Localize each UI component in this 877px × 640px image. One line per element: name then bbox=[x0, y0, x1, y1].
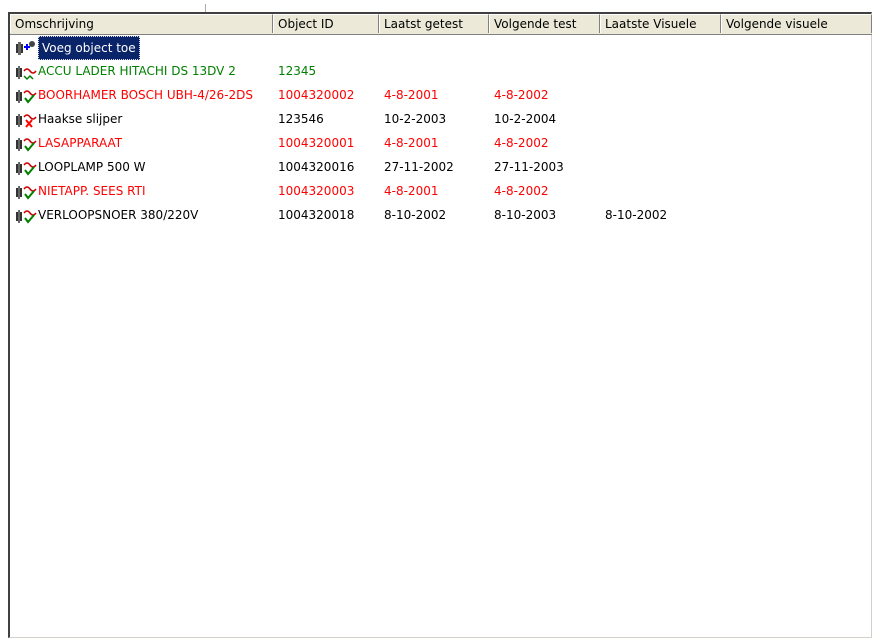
last-tested-cell: 8-10-2002 bbox=[384, 208, 447, 222]
object-id-cell: 1004320002 bbox=[278, 88, 355, 102]
last-tested-cell: 4-8-2001 bbox=[384, 136, 439, 150]
next-test-cell: 4-8-2002 bbox=[494, 184, 549, 198]
list-item-add-object[interactable]: Voeg object toe bbox=[10, 36, 872, 60]
table-row[interactable]: Haakse slijper 123546 10-2-2003 10-2-200… bbox=[10, 108, 872, 130]
object-id-cell: 1004320003 bbox=[278, 184, 355, 198]
last-tested-cell: 4-8-2001 bbox=[384, 184, 439, 198]
plug-approved-icon bbox=[16, 186, 37, 200]
object-id-cell: 12345 bbox=[278, 64, 317, 78]
plug-pending-icon bbox=[16, 66, 37, 81]
object-list-view[interactable]: Omschrijving Object ID Laatst getest Vol… bbox=[8, 12, 872, 638]
column-header-object-id[interactable]: Object ID bbox=[273, 14, 379, 33]
list-header: Omschrijving Object ID Laatst getest Vol… bbox=[10, 14, 872, 35]
table-row[interactable]: ACCU LADER HITACHI DS 13DV 2 12345 bbox=[10, 60, 872, 82]
next-test-cell: 27-11-2003 bbox=[494, 160, 564, 174]
column-header-laatst-getest[interactable]: Laatst getest bbox=[379, 14, 489, 33]
object-id-cell: 1004320001 bbox=[278, 136, 355, 150]
description-cell: Haakse slijper bbox=[38, 112, 123, 126]
table-row[interactable]: VERLOOPSNOER 380/220V 1004320018 8-10-20… bbox=[10, 204, 872, 226]
column-header-laatste-visuele[interactable]: Laatste Visuele bbox=[600, 14, 721, 33]
description-cell: LOOPLAMP 500 W bbox=[38, 160, 146, 174]
column-header-volgende-visuele[interactable]: Volgende visuele bbox=[721, 14, 872, 33]
next-test-cell: 4-8-2002 bbox=[494, 136, 549, 150]
plug-approved-icon bbox=[16, 162, 37, 176]
column-header-volgende-test[interactable]: Volgende test bbox=[489, 14, 600, 33]
description-cell: BOORHAMER BOSCH UBH-4/26-2DS bbox=[38, 88, 254, 102]
description-cell: VERLOOPSNOER 380/220V bbox=[38, 208, 199, 222]
description-cell: ACCU LADER HITACHI DS 13DV 2 bbox=[38, 64, 236, 78]
object-id-cell: 1004320018 bbox=[278, 208, 355, 222]
next-test-cell: 4-8-2002 bbox=[494, 88, 549, 102]
object-id-cell: 1004320016 bbox=[278, 160, 355, 174]
plug-approved-icon bbox=[16, 210, 37, 224]
last-tested-cell: 4-8-2001 bbox=[384, 88, 439, 102]
object-id-cell: 123546 bbox=[278, 112, 324, 126]
table-row[interactable]: NIETAPP. SEES RTI 1004320003 4-8-2001 4-… bbox=[10, 180, 872, 202]
add-object-icon bbox=[16, 41, 35, 55]
add-object-label[interactable]: Voeg object toe bbox=[38, 36, 140, 60]
plug-approved-icon bbox=[16, 138, 37, 152]
divider bbox=[205, 4, 206, 12]
description-cell: LASAPPARAAT bbox=[38, 136, 123, 150]
last-tested-cell: 10-2-2003 bbox=[384, 112, 447, 126]
description-cell: NIETAPP. SEES RTI bbox=[38, 184, 146, 198]
plug-rejected-icon bbox=[16, 114, 37, 128]
last-tested-cell: 27-11-2002 bbox=[384, 160, 454, 174]
table-row[interactable]: LOOPLAMP 500 W 1004320016 27-11-2002 27-… bbox=[10, 156, 872, 178]
column-header-omschrijving[interactable]: Omschrijving bbox=[10, 14, 273, 33]
last-visual-cell: 8-10-2002 bbox=[605, 208, 668, 222]
next-test-cell: 8-10-2003 bbox=[494, 208, 557, 222]
plug-approved-icon bbox=[16, 90, 37, 104]
window-top-strip bbox=[0, 0, 877, 12]
table-row[interactable]: BOORHAMER BOSCH UBH-4/26-2DS 1004320002 … bbox=[10, 84, 872, 106]
next-test-cell: 10-2-2004 bbox=[494, 112, 557, 126]
table-row[interactable]: LASAPPARAAT 1004320001 4-8-2001 4-8-2002 bbox=[10, 132, 872, 154]
